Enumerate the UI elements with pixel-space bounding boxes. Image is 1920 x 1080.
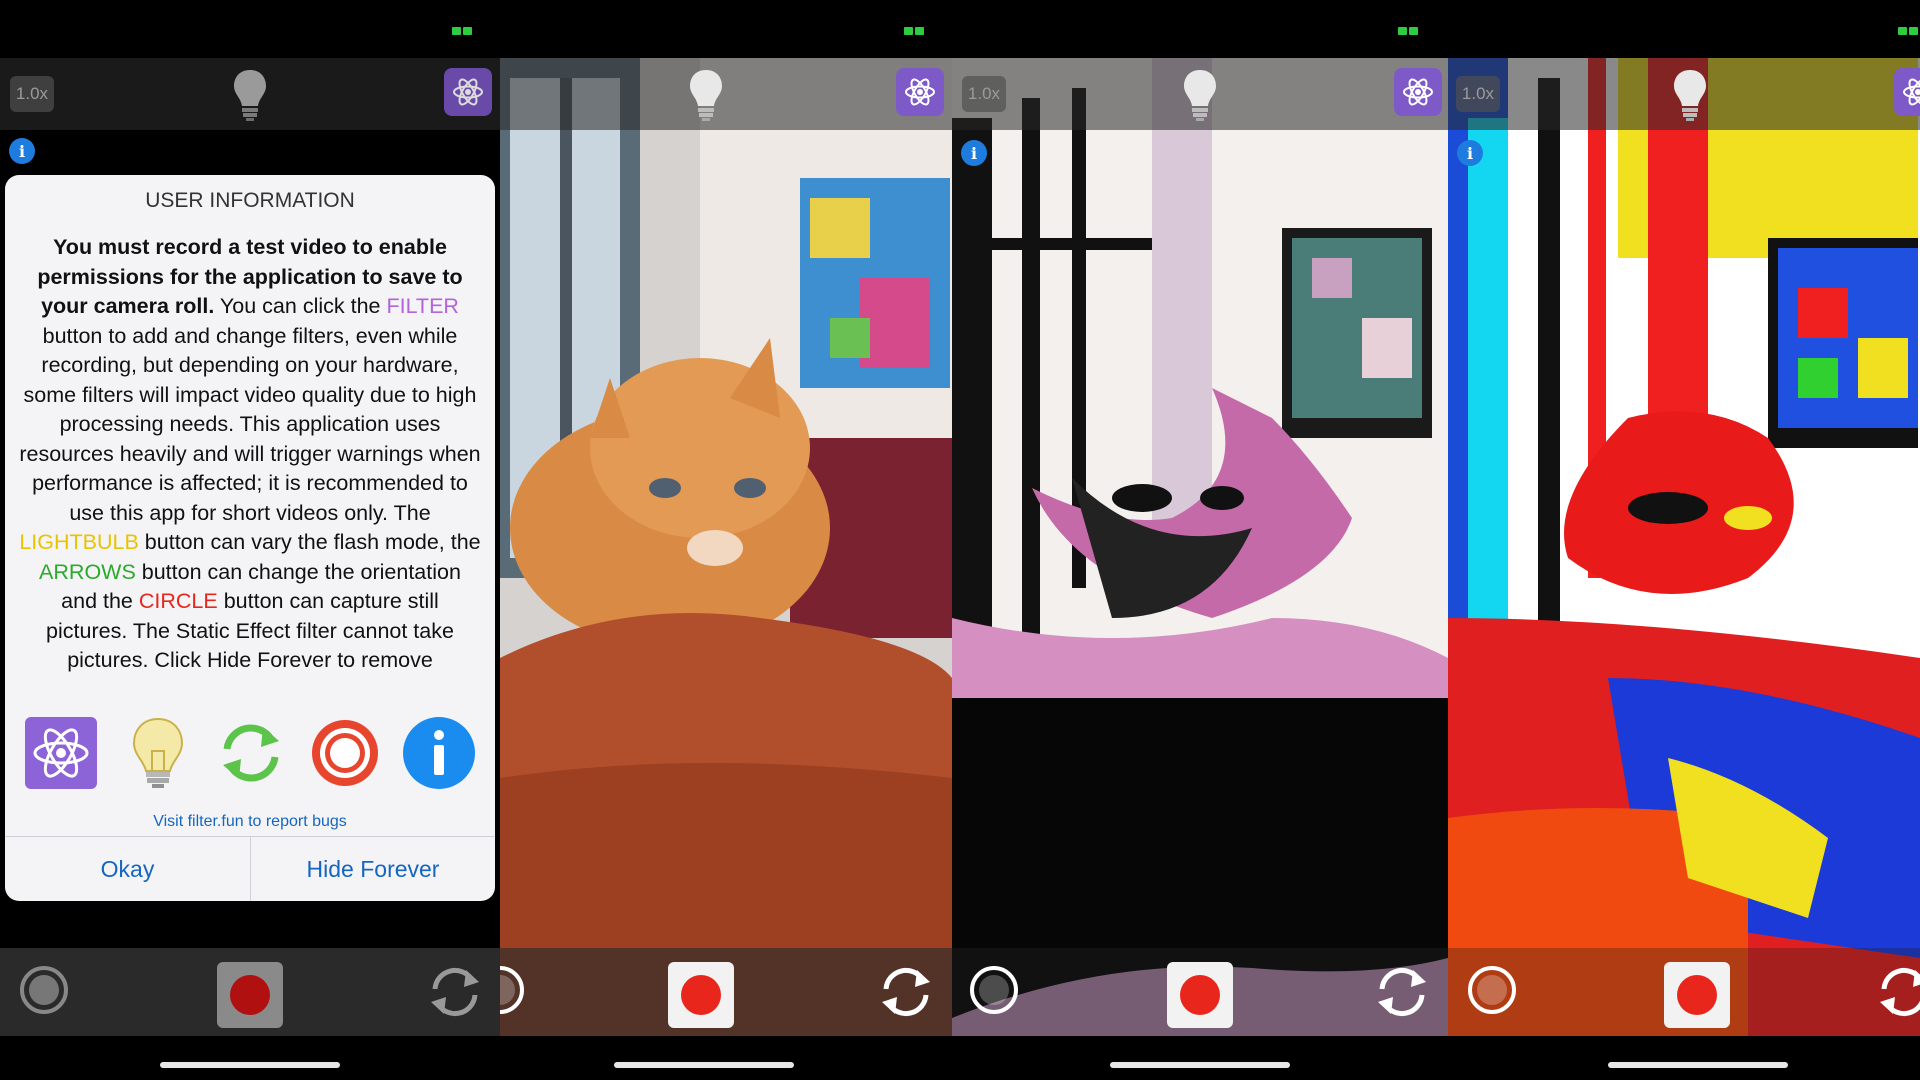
record-button[interactable]	[1664, 962, 1730, 1028]
battery-icon	[452, 22, 474, 35]
lightbulb-icon	[120, 715, 196, 791]
atom-icon	[23, 715, 99, 791]
battery-icon	[1898, 22, 1920, 35]
capture-photo-button[interactable]	[500, 966, 524, 1014]
circle-keyword: CIRCLE	[138, 589, 218, 613]
camera-preview	[500, 58, 952, 1036]
report-bugs-link[interactable]: Visit filter.fun to report bugs	[5, 813, 495, 831]
user-information-dialog: USER INFORMATION You must record a test …	[5, 175, 495, 901]
top-toolbar: 1.0x	[952, 58, 1448, 130]
zoom-indicator[interactable]: 1.0x	[10, 76, 54, 112]
phone-screen-camera-popart: 1.0x i	[1448, 0, 1920, 1080]
filter-keyword: FILTER	[386, 294, 459, 318]
info-button[interactable]: i	[1457, 140, 1483, 166]
atom-icon	[1403, 78, 1433, 106]
zoom-indicator[interactable]: 1.0x	[1456, 76, 1500, 112]
capture-photo-button[interactable]	[970, 966, 1018, 1014]
camera-preview	[1448, 58, 1920, 1036]
rotate-camera-icon[interactable]	[425, 962, 485, 1022]
rotate-camera-icon[interactable]	[876, 962, 936, 1022]
capture-photo-button[interactable]	[1468, 966, 1516, 1014]
lightbulb-icon[interactable]	[1670, 66, 1710, 124]
atom-icon	[905, 78, 935, 106]
lightbulb-icon[interactable]	[1180, 66, 1220, 124]
camera-preview	[952, 58, 1448, 1036]
atom-icon	[453, 78, 483, 106]
capture-circle-icon	[307, 715, 383, 791]
atom-icon	[1903, 78, 1920, 106]
okay-button[interactable]: Okay	[5, 837, 250, 901]
top-toolbar: 1.0x	[1448, 58, 1920, 130]
filter-button[interactable]	[444, 68, 492, 116]
record-button[interactable]	[1167, 962, 1233, 1028]
record-button[interactable]	[668, 962, 734, 1028]
home-indicator	[1608, 1062, 1788, 1068]
home-indicator	[614, 1062, 794, 1068]
record-button[interactable]	[217, 962, 283, 1028]
filter-button[interactable]	[1894, 68, 1920, 116]
info-button[interactable]: i	[9, 138, 35, 164]
dialog-title: USER INFORMATION	[145, 189, 355, 212]
dialog-message: You must record a test video to enable p…	[19, 235, 481, 672]
bottom-toolbar	[952, 948, 1448, 1036]
bottom-toolbar	[1448, 948, 1920, 1036]
home-indicator	[160, 1062, 340, 1068]
info-button[interactable]: i	[961, 140, 987, 166]
home-indicator	[1110, 1062, 1290, 1068]
arrows-keyword: ARROWS	[39, 559, 136, 584]
filter-button[interactable]	[896, 68, 944, 116]
phone-screen-info-dialog: 1.0x i USER INFORMATION You must record …	[0, 0, 500, 1080]
lightbulb-icon[interactable]	[230, 66, 270, 124]
capture-photo-button[interactable]	[20, 966, 68, 1014]
lightbulb-keyword: LIGHTBULB	[19, 530, 139, 554]
phone-screen-camera-posterize: 1.0x i	[952, 0, 1448, 1080]
hide-forever-button[interactable]: Hide Forever	[251, 837, 495, 901]
top-toolbar: 1.0x	[0, 58, 500, 130]
rotate-camera-icon[interactable]	[1372, 962, 1432, 1022]
phone-screen-camera-normal	[500, 0, 952, 1080]
battery-icon	[1398, 22, 1420, 35]
battery-icon	[904, 22, 926, 35]
dialog-icon-row	[5, 715, 495, 795]
filter-button[interactable]	[1394, 68, 1442, 116]
bottom-toolbar	[500, 948, 952, 1036]
bottom-toolbar	[0, 948, 500, 1036]
rotate-camera-icon[interactable]	[1874, 962, 1920, 1022]
info-icon	[401, 715, 477, 791]
top-toolbar	[500, 58, 952, 130]
zoom-indicator[interactable]: 1.0x	[962, 76, 1006, 112]
rotate-arrows-icon	[213, 715, 289, 791]
lightbulb-icon[interactable]	[686, 66, 726, 124]
